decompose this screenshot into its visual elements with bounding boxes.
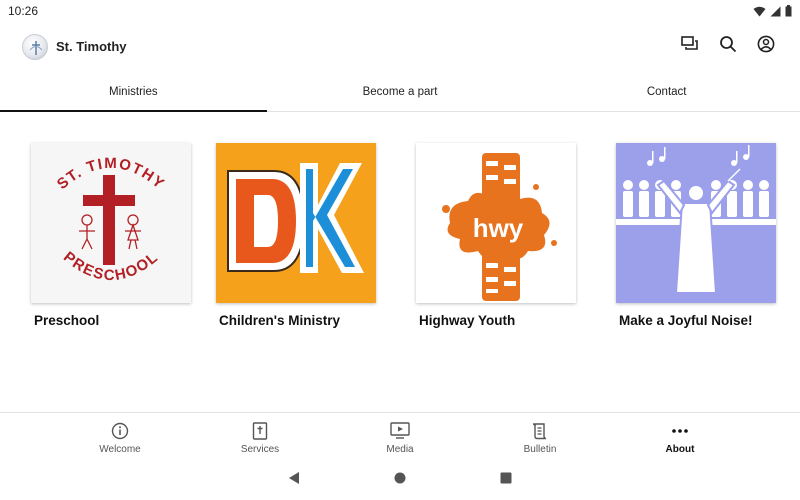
- card-title: Children's Ministry: [219, 313, 340, 328]
- hwy-logo-image: hwy: [416, 143, 576, 303]
- status-icons: [753, 4, 792, 22]
- preschool-logo-image: ST. TIMOTHY PRESCHOOL: [31, 143, 191, 303]
- home-circle-icon: [394, 471, 406, 489]
- dk-logo-image: [216, 143, 376, 303]
- back-triangle-icon: [288, 471, 300, 490]
- info-icon: [111, 421, 129, 441]
- chat-icon: [681, 35, 699, 57]
- ministry-card-highway-youth[interactable]: hwy Highway Youth: [416, 143, 576, 328]
- nav-about[interactable]: About: [610, 413, 750, 460]
- tab-ministries[interactable]: Ministries: [0, 72, 267, 112]
- ministries-grid: ST. TIMOTHY PRESCHOOL Preschool Children…: [0, 112, 800, 412]
- nav-media[interactable]: Media: [330, 413, 470, 460]
- play-screen-icon: [390, 421, 410, 441]
- account-button[interactable]: [756, 35, 776, 57]
- tab-label: Become a part: [362, 85, 438, 98]
- ministry-card-joyful-noise[interactable]: Make a Joyful Noise!: [616, 143, 776, 328]
- choir-image: [616, 143, 776, 303]
- recents-square-icon: [500, 471, 512, 489]
- nav-label: Welcome: [99, 444, 141, 455]
- status-time: 10:26: [8, 4, 39, 18]
- tab-label: Ministries: [109, 85, 158, 98]
- more-dots-icon: [671, 421, 689, 441]
- card-title: Highway Youth: [419, 313, 516, 328]
- nav-label: Services: [240, 444, 280, 455]
- ministry-card-preschool[interactable]: ST. TIMOTHY PRESCHOOL Preschool: [31, 143, 191, 328]
- chat-button[interactable]: [680, 35, 700, 57]
- nav-bulletin[interactable]: Bulletin: [470, 413, 610, 460]
- app-bar: St. Timothy: [0, 22, 800, 72]
- tab-contact[interactable]: Contact: [533, 72, 800, 111]
- battery-icon: [785, 4, 792, 22]
- nav-label: About: [665, 444, 695, 455]
- tab-label: Contact: [646, 85, 687, 98]
- nav-welcome[interactable]: Welcome: [50, 413, 190, 460]
- church-logo-icon: [22, 34, 48, 60]
- card-title: Make a Joyful Noise!: [619, 313, 753, 328]
- system-navigation-bar: [0, 460, 800, 500]
- app-title: St. Timothy: [56, 39, 127, 54]
- wifi-icon: [753, 4, 766, 22]
- system-home-button[interactable]: [390, 470, 410, 490]
- tab-become-a-part[interactable]: Become a part: [267, 72, 534, 111]
- account-icon: [757, 35, 775, 58]
- nav-label: Media: [386, 444, 414, 455]
- bottom-navigation: Welcome Services Media Bulletin About: [0, 412, 800, 460]
- system-back-button[interactable]: [284, 470, 304, 490]
- signal-icon: [770, 4, 781, 22]
- system-recents-button[interactable]: [496, 470, 516, 490]
- tab-bar: Ministries Become a part Contact: [0, 72, 800, 112]
- nav-services[interactable]: Services: [190, 413, 330, 460]
- card-title: Preschool: [34, 313, 100, 328]
- scroll-icon: [531, 421, 549, 441]
- nav-label: Bulletin: [523, 444, 557, 455]
- ministry-card-childrens-ministry[interactable]: Children's Ministry: [216, 143, 376, 328]
- app-actions: [680, 35, 776, 57]
- status-bar: 10:26: [0, 0, 800, 22]
- book-cross-icon: [252, 421, 268, 441]
- search-icon: [719, 35, 737, 58]
- hwy-text: hwy: [473, 213, 524, 243]
- search-button[interactable]: [718, 35, 738, 57]
